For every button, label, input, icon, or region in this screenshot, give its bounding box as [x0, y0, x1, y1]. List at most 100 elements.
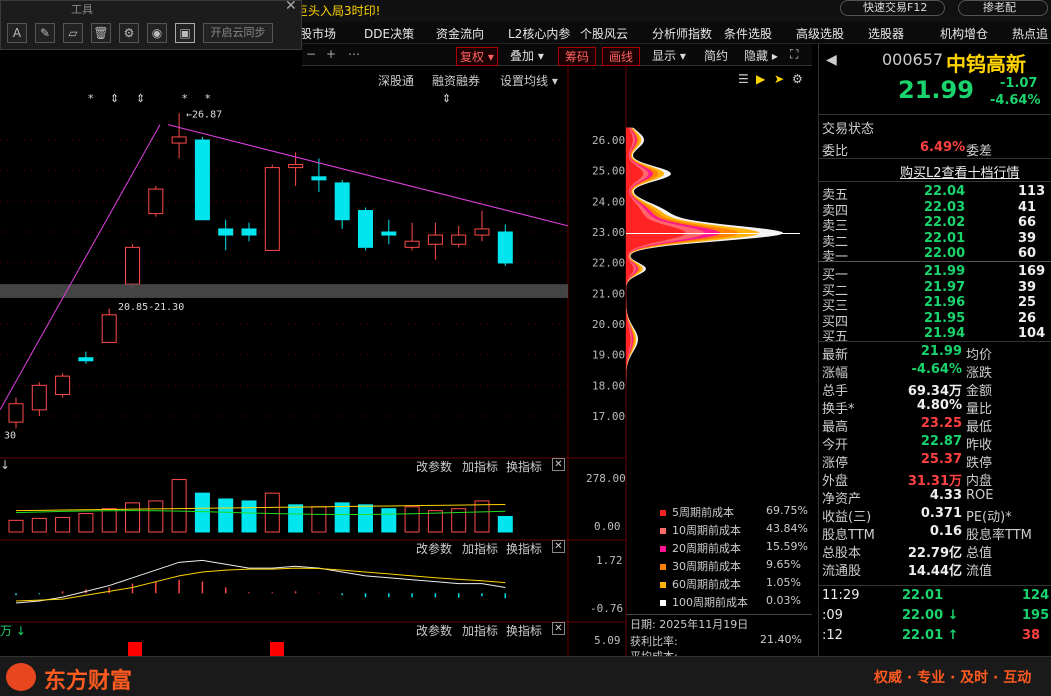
menu-item[interactable]: 选股器	[868, 25, 904, 42]
annotations: ←26.87 20.85-21.30 30 * ⇕ ⇕ * * ⇕	[0, 92, 569, 441]
draw-line-button[interactable]: 画线	[602, 47, 641, 66]
menu-item[interactable]: 股市场	[300, 25, 336, 42]
menu-item[interactable]: 热点追	[1012, 25, 1048, 42]
tick-price: 22.00 ↓	[902, 608, 959, 623]
stat-label-2: PE(动)*	[966, 510, 1012, 525]
stat-label: 最高	[822, 420, 849, 435]
add-indicator-button[interactable]: 加指标	[462, 540, 498, 557]
order-volume: 39	[1018, 279, 1037, 295]
overlay-label: 叠加	[510, 49, 535, 63]
lock-tool-icon[interactable]: ▣	[175, 23, 195, 43]
switch-indicator-button[interactable]: 换指标	[506, 540, 542, 557]
third-bar	[270, 642, 284, 656]
add-indicator-button[interactable]: 加指标	[462, 622, 498, 639]
minus-button[interactable]: −	[306, 47, 316, 61]
plus-button[interactable]: +	[326, 47, 336, 61]
legend-item: 20周期前成本 15.59%	[660, 540, 808, 556]
y-tick-label: 23.00	[592, 226, 625, 239]
settings-tool-icon[interactable]: ⚙	[119, 23, 139, 43]
news-headline[interactable]: 巨头入局3时印!	[296, 2, 380, 19]
eye-tool-icon[interactable]: ◉	[147, 23, 167, 43]
edit-param-button[interactable]: 改参数	[416, 622, 452, 639]
volume-bar	[171, 479, 187, 533]
menu-item[interactable]: 机构增仓	[940, 25, 988, 42]
menu-item[interactable]: 资金流向	[436, 25, 484, 42]
stat-value: 69.34万	[907, 384, 962, 399]
legend-swatch	[660, 528, 666, 534]
divider	[818, 158, 1051, 159]
stat-label: 今开	[822, 438, 849, 453]
order-price: 22.03	[924, 199, 966, 215]
edit-param-button[interactable]: 改参数	[416, 458, 452, 475]
stat-label: 外盘	[822, 474, 849, 489]
y-tick-label: 5.09	[594, 634, 621, 647]
legend-label: 100周期前成本	[672, 596, 748, 609]
candle-body	[241, 228, 257, 236]
volume-bar	[241, 500, 257, 533]
stock-change-pct: -4.64%	[990, 93, 1041, 108]
candle-body	[288, 164, 304, 169]
candle-body	[125, 246, 140, 285]
stat-label-2: 金额	[966, 384, 993, 399]
delete-tool-icon[interactable]: 🗑	[91, 23, 111, 43]
order-volume: 60	[1018, 246, 1037, 261]
stat-label-2: 最低	[966, 420, 993, 435]
simple-button[interactable]: 简约	[704, 47, 728, 64]
addon-button[interactable]: 掺老配	[958, 0, 1048, 16]
edit-param-button[interactable]: 改参数	[416, 540, 452, 557]
y-tick-label: 25.00	[592, 165, 625, 178]
menu-item[interactable]: DDE决策	[364, 25, 414, 42]
fullscreen-icon[interactable]: ⛶	[790, 47, 798, 62]
legend-pct: 15.59%	[766, 540, 808, 553]
more-button[interactable]: ⋯	[348, 47, 360, 61]
candle-body	[55, 375, 71, 396]
order-price: 21.99	[924, 264, 966, 279]
event-marker: *	[205, 92, 211, 105]
cloud-sync-button[interactable]: 开启云同步	[203, 23, 273, 43]
dea-line	[15, 567, 506, 602]
display-button[interactable]: 显示 ▾	[652, 47, 686, 64]
stat-label-2: 均价	[966, 348, 993, 363]
legend-label: 20周期前成本	[672, 542, 741, 555]
menu-item[interactable]: 分析师指数	[652, 25, 712, 42]
stat-label: 总手	[822, 384, 849, 399]
add-indicator-button[interactable]: 加指标	[462, 458, 498, 475]
order-price: 22.04	[924, 184, 966, 199]
volume-bar	[334, 502, 350, 533]
chip-profit-label: 获利比率:	[630, 635, 678, 648]
hide-button[interactable]: 隐藏 ▸	[744, 47, 778, 64]
menu-item[interactable]: 条件选股	[724, 25, 772, 42]
divider	[818, 114, 1051, 115]
stat-value: 4.80%	[916, 398, 962, 413]
menu-item[interactable]: 高级选股	[796, 25, 844, 42]
close-indicator-icon[interactable]: ✕	[552, 458, 565, 471]
prev-stock-icon[interactable]: ◀	[826, 52, 837, 68]
switch-indicator-button[interactable]: 换指标	[506, 622, 542, 639]
close-indicator-icon[interactable]: ✕	[552, 540, 565, 553]
quick-trade-button[interactable]: 快速交易F12	[840, 0, 945, 16]
candle-body	[194, 139, 210, 221]
candle-body	[218, 228, 234, 236]
menu-item[interactable]: 个股风云	[580, 25, 628, 42]
overlay-button[interactable]: 叠加 ▾	[510, 47, 544, 64]
chip-button[interactable]: 筹码	[558, 47, 597, 66]
eraser-tool-icon[interactable]: ▱	[63, 23, 83, 43]
down-arrow-icon: ↓	[0, 458, 11, 472]
menu-item[interactable]: L2核心内参	[508, 25, 570, 42]
event-marker: *	[182, 92, 188, 105]
chip-date-value: 2025年11月19日	[659, 618, 749, 631]
event-marker: ⇕	[110, 92, 119, 105]
fuquan-button[interactable]: 复权 ▾	[456, 47, 498, 66]
volume-series	[8, 479, 513, 533]
text-tool-icon[interactable]: A	[7, 23, 27, 43]
toolbox-close-icon[interactable]: ✕	[285, 0, 297, 14]
candle-body	[264, 167, 280, 251]
stat-label: 换手*	[822, 402, 855, 417]
close-indicator-icon[interactable]: ✕	[552, 622, 565, 635]
event-marker: ⇕	[442, 92, 451, 105]
macd-indicator-bar: 改参数 加指标 换指标 ✕	[0, 540, 568, 556]
buy-l2-link[interactable]: 购买L2查看十档行情	[900, 162, 1020, 181]
trade-status-label: 交易状态	[822, 122, 875, 137]
pen-tool-icon[interactable]: ✎	[35, 23, 55, 43]
switch-indicator-button[interactable]: 换指标	[506, 458, 542, 475]
